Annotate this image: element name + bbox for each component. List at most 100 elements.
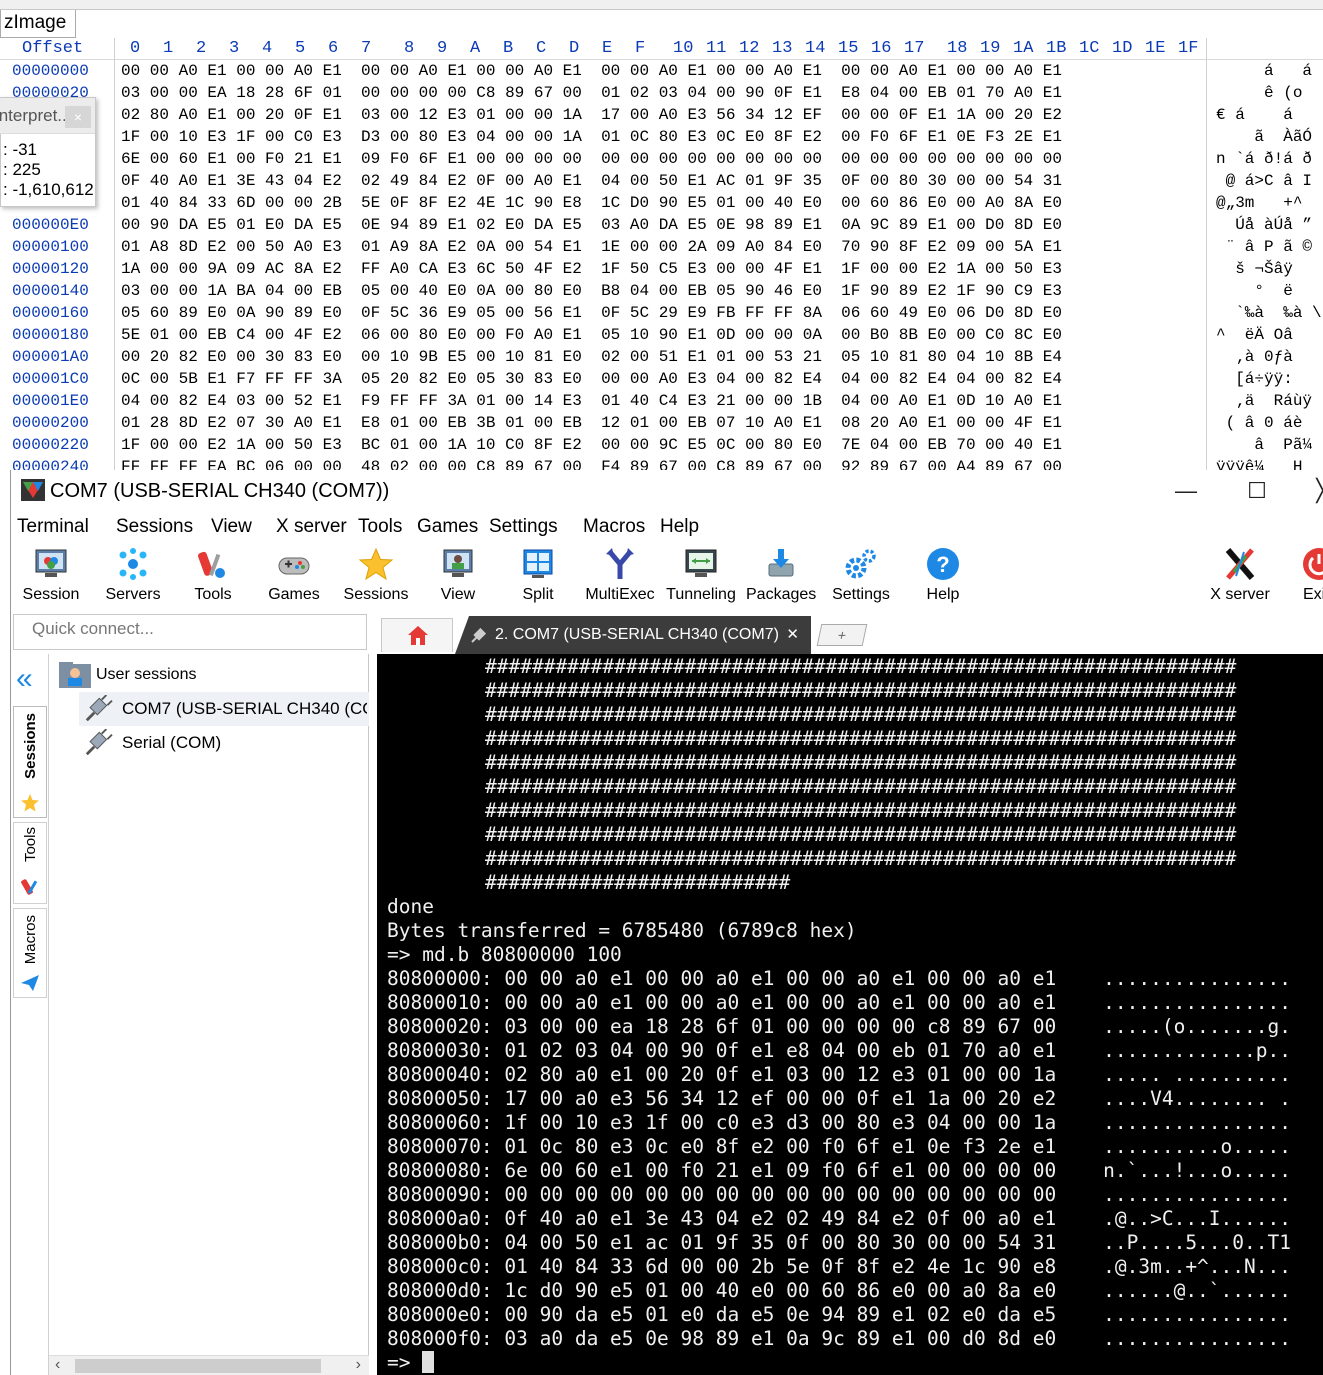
ascii-row[interactable]: â Pã¼ <box>1216 434 1323 456</box>
menu-bar: Terminal Sessions View X server Tools Ga… <box>11 512 1323 542</box>
ascii-row[interactable]: ‚à 0ƒà <box>1216 346 1323 368</box>
sessions-button[interactable]: Sessions <box>341 546 411 610</box>
ascii-row[interactable]: ê (o <box>1216 82 1323 104</box>
multiexec-icon <box>606 548 634 579</box>
minimize-button[interactable]: — <box>1166 476 1206 506</box>
hex-row[interactable]: 05 60 89 E0 0A 90 89 E0 0F 5C 36 E9 05 0… <box>121 302 1062 324</box>
close-tab-icon[interactable]: ✕ <box>778 616 799 654</box>
collapse-sidebar-icon[interactable]: « <box>16 664 33 694</box>
menu-tools[interactable]: Tools <box>358 516 402 538</box>
menu-sessions[interactable]: Sessions <box>116 516 193 538</box>
ascii-row[interactable]: á á <box>1216 60 1323 82</box>
sidebar-item-label: COM7 (USB-SERIAL CH340 (COM7)) <box>122 699 367 718</box>
new-tab-button[interactable]: + <box>816 624 868 646</box>
packages-button[interactable]: Packages <box>746 546 816 610</box>
ascii-row[interactable]: @ á>C â I <box>1216 170 1323 192</box>
divider <box>114 38 115 470</box>
view-button[interactable]: View <box>426 546 490 610</box>
session-tab-com7[interactable]: 2. COM7 (USB-SERIAL CH340 (COM7)) ✕ <box>455 616 811 654</box>
terminal-prompt-line[interactable]: => <box>377 1351 1323 1375</box>
tools-button[interactable]: Tools <box>181 546 245 610</box>
hex-row[interactable]: 03 00 00 EA 18 28 6F 01 00 00 00 00 C8 8… <box>121 82 1062 104</box>
menu-settings[interactable]: Settings <box>489 516 558 538</box>
servers-button[interactable]: Servers <box>101 546 165 610</box>
hex-row[interactable]: 00 20 82 E0 00 30 83 E0 00 10 9B E5 00 1… <box>121 346 1062 368</box>
macros-rail-tab[interactable]: Macros <box>13 908 47 998</box>
sidebar-horizontal-scrollbar[interactable]: ‹ › <box>49 1355 369 1375</box>
menu-macros[interactable]: Macros <box>583 516 645 538</box>
column-header: 2 <box>196 39 207 58</box>
sidebar-item-serial[interactable]: Serial (COM) <box>79 726 369 760</box>
hex-row[interactable]: 1F 00 10 E3 1F 00 C0 E3 D3 00 80 E3 04 0… <box>121 126 1062 148</box>
hex-row[interactable]: 01 A8 8D E2 00 50 A0 E3 01 A9 8A E2 0A 0… <box>121 236 1062 258</box>
ascii-row[interactable]: n `á ð!á ð <box>1216 148 1323 170</box>
offset-cell: 000001A0 <box>12 348 89 366</box>
session-button[interactable]: Session <box>19 546 83 610</box>
scroll-right-icon[interactable]: › <box>356 1356 361 1374</box>
ascii-row[interactable]: ÿÿÿê¼ H <box>1216 456 1323 470</box>
view-icon <box>443 549 473 577</box>
serial-plug-icon <box>85 695 113 722</box>
sessions-rail-tab[interactable]: Sessions <box>13 706 47 818</box>
ascii-row[interactable]: ( â 0 áè <box>1216 412 1323 434</box>
hex-row[interactable]: 00 00 A0 E1 00 00 A0 E1 00 00 A0 E1 00 0… <box>121 60 1062 82</box>
hex-row[interactable]: 03 00 00 1A BA 04 00 EB 05 00 40 E0 0A 0… <box>121 280 1062 302</box>
multiexec-button[interactable]: MultiExec <box>584 546 656 610</box>
menu-games[interactable]: Games <box>417 516 478 538</box>
games-button[interactable]: Games <box>261 546 327 610</box>
hex-row[interactable]: 00 90 DA E5 01 E0 DA E5 0E 94 89 E1 02 E… <box>121 214 1062 236</box>
hex-row[interactable]: 02 80 A0 E1 00 20 0F E1 03 00 12 E3 01 0… <box>121 104 1062 126</box>
hex-row[interactable]: 0C 00 5B E1 F7 FF FF 3A 05 20 82 E0 05 3… <box>121 368 1062 390</box>
menu-terminal[interactable]: Terminal <box>17 516 89 538</box>
scrollbar-thumb[interactable] <box>75 1359 321 1373</box>
terminal-line: 808000d0: 1c d0 90 e5 01 00 40 e0 00 60 … <box>387 1279 1291 1302</box>
settings-button[interactable]: Settings <box>826 546 896 610</box>
ascii-row[interactable]: ° ë <box>1216 280 1323 302</box>
file-tab-zimage[interactable]: zImage <box>0 10 76 38</box>
ascii-row[interactable]: [á÷ÿÿ: <box>1216 368 1323 390</box>
menu-help[interactable]: Help <box>660 516 699 538</box>
close-window-button[interactable]: ╳ <box>1303 476 1323 506</box>
ascii-row[interactable]: ‚ä Ráùÿ <box>1216 390 1323 412</box>
xserver-button[interactable]: X server <box>1203 546 1277 610</box>
home-tab[interactable] <box>381 618 453 652</box>
scroll-left-icon[interactable]: ‹ <box>55 1356 60 1374</box>
hex-row[interactable]: 1F 00 00 E2 1A 00 50 E3 BC 01 00 1A 10 C… <box>121 434 1062 456</box>
column-header: 1A <box>1013 39 1034 58</box>
hex-row[interactable]: 01 28 8D E2 07 30 A0 E1 E8 01 00 EB 3B 0… <box>121 412 1062 434</box>
ascii-row[interactable]: š ¬Šâÿ <box>1216 258 1323 280</box>
ascii-row[interactable]: ã ÀãÓ <box>1216 126 1323 148</box>
hex-row[interactable]: FF FF FF EA BC 06 00 00 48 02 00 00 C8 8… <box>121 456 1062 470</box>
terminal-line: => md.b 80800000 100 <box>387 943 622 966</box>
hex-data-area[interactable]: 00 00 A0 E1 00 00 A0 E1 00 00 A0 E1 00 0… <box>121 60 1062 470</box>
ascii-row[interactable]: ¨ â P ã © <box>1216 236 1323 258</box>
exit-button[interactable]: Exit <box>1293 546 1323 610</box>
ascii-row[interactable]: € á á <box>1216 104 1323 126</box>
session-monitor-icon <box>35 549 67 577</box>
ascii-row[interactable]: @„3m +^ <box>1216 192 1323 214</box>
ascii-row[interactable]: ^ ëÄ Oâ <box>1216 324 1323 346</box>
ascii-row[interactable]: Úå àÚå ” <box>1216 214 1323 236</box>
split-button[interactable]: Split <box>506 546 570 610</box>
user-sessions-folder[interactable]: User sessions <box>96 666 196 684</box>
hex-row[interactable]: 5E 01 00 EB C4 00 4F E2 06 00 80 E0 00 F… <box>121 324 1062 346</box>
quick-connect-input[interactable]: Quick connect... <box>13 614 367 650</box>
hex-row[interactable]: 0F 40 A0 E1 3E 43 04 E2 02 49 84 E2 0F 0… <box>121 170 1062 192</box>
hex-row[interactable]: 6E 00 60 E1 00 F0 21 E1 09 F0 6F E1 00 0… <box>121 148 1062 170</box>
ascii-column[interactable]: á á ê (o € á á ã ÀãÓ n `á ð!á ð @ á>C â I @… <box>1216 60 1323 470</box>
tools-rail-tab[interactable]: Tools <box>13 822 47 904</box>
menu-x-server[interactable]: X server <box>276 516 347 538</box>
close-icon[interactable]: × <box>65 106 91 128</box>
hex-row[interactable]: 04 00 82 E4 03 00 52 E1 F9 FF FF 3A 01 0… <box>121 390 1062 412</box>
maximize-button[interactable]: ☐ <box>1237 476 1277 506</box>
ascii-row[interactable]: `‰à ‰à \ <box>1216 302 1323 324</box>
hex-row[interactable]: 01 40 84 33 6D 00 00 2B 5E 0F 8F E2 4E 1… <box>121 192 1062 214</box>
sidebar-item-com7[interactable]: COM7 (USB-SERIAL CH340 (COM7)) <box>79 692 369 726</box>
terminal-pane[interactable]: ########################################… <box>377 654 1323 1375</box>
tunneling-button[interactable]: Tunneling <box>663 546 739 610</box>
offset-cell: 00000200 <box>12 414 89 432</box>
app-logo-icon <box>21 479 45 501</box>
menu-view[interactable]: View <box>211 516 252 538</box>
hex-row[interactable]: 1A 00 00 9A 09 AC 8A E2 FF A0 CA E3 6C 5… <box>121 258 1062 280</box>
help-button[interactable]: ? Help <box>911 546 975 610</box>
